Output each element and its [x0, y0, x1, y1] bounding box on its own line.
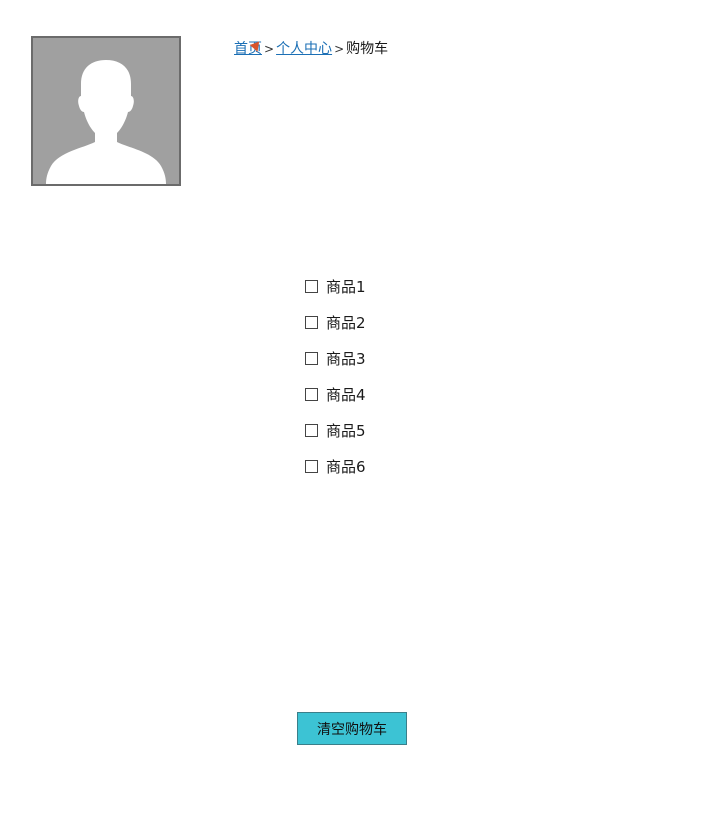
breadcrumb-personal-center-link[interactable]: 个人中心 — [276, 39, 332, 59]
list-item: 商品3 — [305, 340, 366, 376]
breadcrumb-separator: > — [334, 42, 345, 56]
cart-item-list: 商品1 商品2 商品3 商品4 商品5 商品6 — [305, 268, 366, 484]
breadcrumb-home-wrapper: 首页 — [234, 39, 263, 59]
list-item: 商品6 — [305, 448, 366, 484]
breadcrumb: 首页 > 个人中心 > 购物车 — [234, 39, 388, 59]
user-silhouette-icon — [33, 38, 179, 184]
item-checkbox[interactable] — [305, 387, 318, 401]
item-checkbox[interactable] — [305, 315, 318, 329]
breadcrumb-separator: > — [264, 42, 275, 56]
breadcrumb-current: 购物车 — [346, 41, 389, 57]
item-checkbox[interactable] — [305, 279, 318, 293]
item-label: 商品2 — [326, 313, 366, 332]
avatar — [31, 36, 181, 186]
list-item: 商品1 — [305, 268, 366, 304]
item-checkbox[interactable] — [305, 459, 318, 473]
item-checkbox[interactable] — [305, 423, 318, 437]
item-label: 商品6 — [326, 457, 366, 476]
item-label: 商品5 — [326, 421, 366, 440]
item-label: 商品4 — [326, 385, 366, 404]
list-item: 商品2 — [305, 304, 366, 340]
item-label: 商品3 — [326, 349, 366, 368]
clear-cart-button[interactable]: 清空购物车 — [297, 712, 407, 745]
list-item: 商品5 — [305, 412, 366, 448]
item-checkbox[interactable] — [305, 351, 318, 365]
item-label: 商品1 — [326, 277, 366, 296]
list-item: 商品4 — [305, 376, 366, 412]
